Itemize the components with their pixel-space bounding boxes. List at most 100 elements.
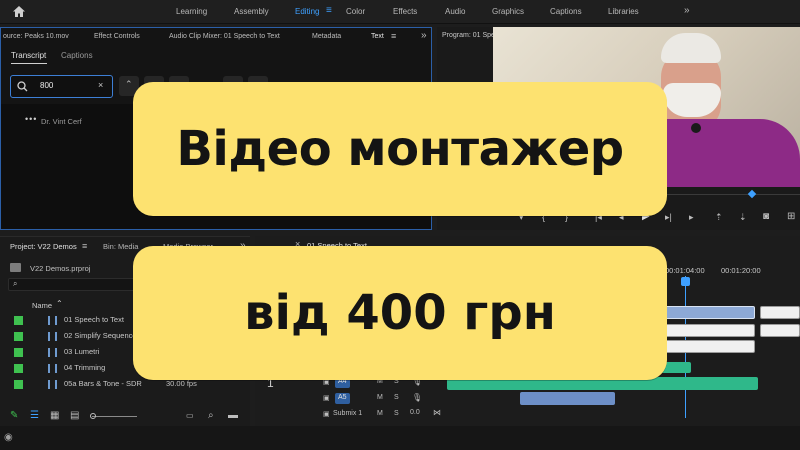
freeform-view-icon[interactable]: ▤ <box>70 410 79 421</box>
project-item-frame-rate: 30.00 fps <box>166 379 197 388</box>
promo-title: Відео монтажер <box>176 121 624 177</box>
bin-icon[interactable]: ▭ <box>186 411 194 420</box>
workspace-learning[interactable]: Learning <box>176 7 207 16</box>
workspace-libraries[interactable]: Libraries <box>608 7 639 16</box>
lift-icon[interactable]: ⇡ <box>715 212 723 223</box>
search-value: 800 <box>40 81 54 90</box>
subtab-captions[interactable]: Captions <box>61 51 93 60</box>
tab-metadata[interactable]: Metadata <box>312 33 341 40</box>
speaker-name[interactable]: Dr. Vint Cerf <box>41 117 82 126</box>
sequence-icon <box>48 348 57 357</box>
stereo-icon[interactable]: ⋈ <box>433 408 441 417</box>
workspace-color[interactable]: Color <box>346 7 365 16</box>
speaker-hair <box>661 33 721 63</box>
camera-icon[interactable]: ◙ <box>763 211 769 222</box>
program-playhead[interactable] <box>747 189 757 199</box>
project-search-icon: ⌕ <box>13 279 18 288</box>
project-item-name: 03 Lumetri <box>64 347 100 356</box>
transcript-search-input[interactable]: 800 × <box>10 75 113 98</box>
solo-button[interactable]: S <box>394 410 399 417</box>
workspace-graphics[interactable]: Graphics <box>492 7 524 16</box>
audio-clip-a5[interactable] <box>520 392 615 405</box>
submix-volume[interactable]: 0.0 <box>410 409 420 416</box>
promo-price: від 400 грн <box>244 285 556 341</box>
project-file-name: V22 Demos.prproj <box>30 264 91 273</box>
project-item-name: 05a Bars & Tone - SDR <box>64 379 142 388</box>
workspace-effects[interactable]: Effects <box>393 7 417 16</box>
video-clip[interactable] <box>663 306 755 319</box>
clear-search-icon[interactable]: × <box>98 80 103 90</box>
lock-icon[interactable]: ▣ <box>323 394 330 402</box>
workspace-bar: Learning Assembly Editing ≡ Color Effect… <box>0 0 800 24</box>
promo-price-card: від 400 грн <box>133 246 667 380</box>
workspace-captions[interactable]: Captions <box>550 7 582 16</box>
timecode-label: 00:01:20:00 <box>721 266 761 275</box>
panel-menu-icon[interactable]: ≡ <box>391 31 396 41</box>
label-swatch[interactable] <box>14 380 23 389</box>
frame-forward-icon[interactable]: ▸| <box>665 212 672 223</box>
tab-effect-controls[interactable]: Effect Controls <box>94 33 140 40</box>
column-name-header[interactable]: Name <box>32 301 52 310</box>
sequence-icon <box>48 380 57 389</box>
workspace-menu-icon[interactable]: ≡ <box>326 5 332 16</box>
subtab-transcript[interactable]: Transcript <box>11 51 46 60</box>
sequence-icon <box>48 332 57 341</box>
zoom-slider-handle[interactable] <box>90 413 96 419</box>
tab-audio-clip-mixer[interactable]: Audio Clip Mixer: 01 Speech to Text <box>169 33 280 40</box>
search-icon <box>17 81 28 92</box>
tab-text[interactable]: Text <box>371 33 384 40</box>
lapel-mic-icon <box>691 123 701 133</box>
tab-bin-media[interactable]: Bin: Media <box>103 242 138 251</box>
project-item-name: 01 Speech to Text <box>64 315 124 324</box>
new-bin-icon[interactable]: ▬ <box>228 410 238 421</box>
mute-button[interactable]: M <box>377 394 383 401</box>
status-indicator-icon[interactable]: ◉ <box>4 432 13 443</box>
project-item-name: 02 Simplify Sequence <box>64 331 137 340</box>
extract-icon[interactable]: ⇣ <box>739 212 747 223</box>
project-toolbar: ✎ ☰ ▦ ▤ ▭ ⌕ ▬ <box>0 407 250 427</box>
program-timeline-ruler <box>663 194 800 195</box>
lock-icon[interactable]: ▣ <box>323 410 330 418</box>
list-view-icon[interactable]: ☰ <box>30 410 39 421</box>
settings-icon[interactable]: ⊞ <box>787 211 795 222</box>
promo-title-card: Відео монтажер <box>133 82 667 216</box>
icon-view-icon[interactable]: ▦ <box>50 410 59 421</box>
sort-ascending-icon[interactable]: ⌃ <box>56 299 63 308</box>
pencil-icon[interactable]: ✎ <box>10 410 18 421</box>
timeline-playhead-handle[interactable] <box>681 277 690 286</box>
track-label-a5: A5 <box>338 394 347 401</box>
track-target-a5[interactable]: A5 <box>335 393 350 404</box>
solo-button[interactable]: S <box>394 394 399 401</box>
label-swatch[interactable] <box>14 332 23 341</box>
label-swatch[interactable] <box>14 364 23 373</box>
label-swatch[interactable] <box>14 348 23 357</box>
sequence-icon <box>48 364 57 373</box>
audio-clip-selected[interactable] <box>663 324 755 337</box>
timecode-label: 00:01:04:00 <box>665 266 705 275</box>
speaker-options-icon[interactable]: ••• <box>25 114 37 124</box>
workspace-assembly[interactable]: Assembly <box>234 7 269 16</box>
project-menu-icon[interactable]: ≡ <box>82 241 87 251</box>
chevron-up-icon: ⌃ <box>125 79 133 89</box>
video-clip[interactable] <box>760 306 800 319</box>
audio-clip-selected[interactable] <box>663 340 755 353</box>
audio-clip[interactable] <box>760 324 800 337</box>
step-forward-icon[interactable]: ▸ <box>689 212 694 223</box>
label-swatch[interactable] <box>14 316 23 325</box>
mute-button[interactable]: M <box>377 410 383 417</box>
workspace-editing[interactable]: Editing <box>295 7 319 16</box>
program-title[interactable]: Program: 01 Spe <box>442 32 495 39</box>
home-icon[interactable] <box>12 5 26 18</box>
submix-track-label: Submix 1 <box>333 410 363 417</box>
status-bar: ◉ <box>0 426 800 450</box>
find-icon[interactable]: ⌕ <box>208 410 214 421</box>
sequence-icon <box>48 316 57 325</box>
subtab-underline <box>11 63 47 64</box>
tab-project[interactable]: Project: V22 Demos <box>10 242 77 251</box>
workspace-audio[interactable]: Audio <box>445 7 465 16</box>
voiceover-mic-icon[interactable]: 🎙 <box>412 393 422 402</box>
panel-overflow-icon[interactable]: » <box>421 30 427 41</box>
workspace-overflow-icon[interactable]: » <box>684 5 690 16</box>
zoom-slider[interactable] <box>92 416 137 417</box>
tab-source[interactable]: ource: Peaks 10.mov <box>3 33 69 40</box>
